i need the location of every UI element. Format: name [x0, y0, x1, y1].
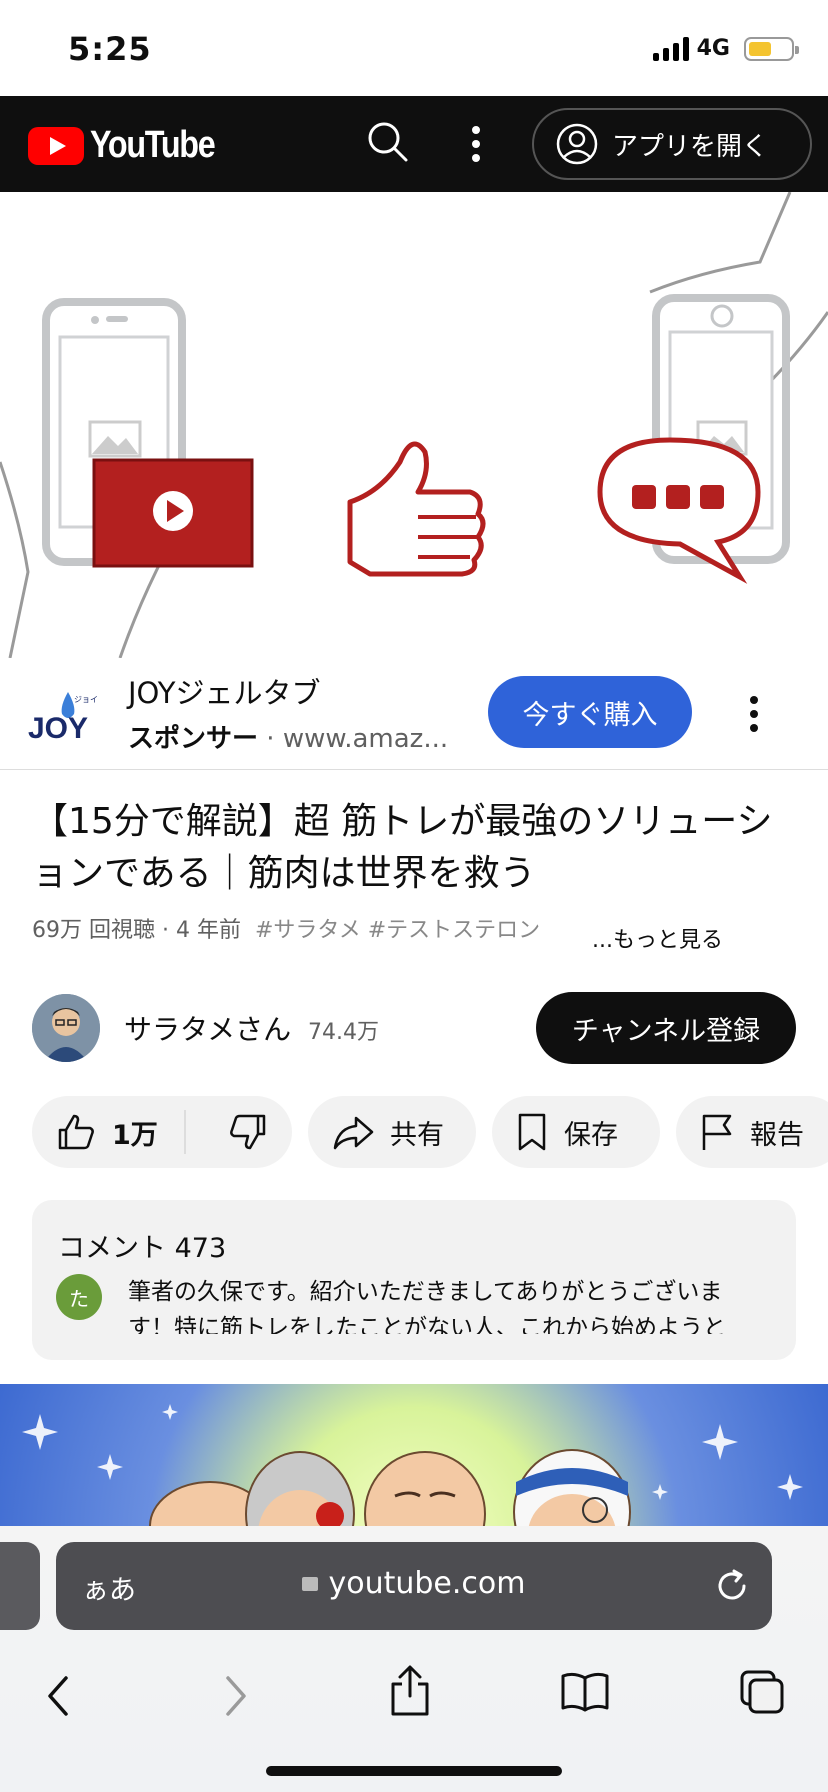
sponsor-title: JOYジェルタブ: [128, 676, 321, 710]
sponsor-row[interactable]: JOY ジョイ JOYジェルタブ スポンサー · www.amaz... 今すぐ…: [0, 658, 828, 770]
flag-icon: [702, 1114, 732, 1150]
sponsor-label: スポンサー: [128, 724, 259, 754]
like-dislike-pill: 1万: [32, 1096, 292, 1168]
status-indicators: 4G: [652, 36, 799, 61]
dislike-button[interactable]: [202, 1112, 268, 1152]
youtube-logo-text: YouTube: [90, 124, 216, 166]
battery-icon: [744, 36, 799, 61]
browser-toolbar: [0, 1654, 828, 1754]
video-title[interactable]: 【15分で解説】超 筋トレが最強のソリューションである｜筋肉は世界を救う: [32, 796, 802, 900]
share-sheet-icon[interactable]: [388, 1664, 432, 1718]
account-icon: [556, 123, 598, 165]
search-icon[interactable]: [366, 120, 410, 164]
comments-panel[interactable]: コメント 473 た 筆者の久保です。紹介いただきましてありがとうございます！特…: [32, 1200, 796, 1360]
save-label: 保存: [564, 1119, 618, 1151]
sponsor-subline: スポンサー · www.amaz...: [128, 718, 448, 755]
status-time: 5:25: [68, 30, 152, 68]
channel-name[interactable]: サラタメさん: [124, 1008, 291, 1048]
youtube-play-icon: [28, 126, 84, 165]
sponsor-more-icon[interactable]: [748, 694, 760, 734]
thumbs-up-icon: [58, 1114, 94, 1150]
show-more-link[interactable]: ...もっと見る: [592, 922, 723, 954]
ad-illustration: [0, 192, 828, 658]
tabs-icon[interactable]: [738, 1668, 786, 1716]
home-indicator: [266, 1766, 562, 1776]
browser-chrome: ぁあ youtube.com: [0, 1526, 828, 1792]
channel-row: サラタメさん 74.4万 チャンネル登録: [0, 990, 828, 1066]
person-avatar-icon: [32, 994, 100, 1062]
thumbs-down-icon: [230, 1114, 266, 1150]
open-app-button[interactable]: アプリを開く: [532, 108, 812, 180]
like-button[interactable]: 1万: [32, 1110, 186, 1154]
share-button[interactable]: 共有: [308, 1096, 476, 1168]
reload-icon[interactable]: [714, 1568, 750, 1604]
open-app-label: アプリを開く: [612, 131, 769, 162]
youtube-logo[interactable]: YouTube: [28, 124, 236, 167]
previous-tab-peek[interactable]: [0, 1542, 40, 1630]
comments-header: コメント 473: [58, 1233, 227, 1264]
buy-now-button[interactable]: 今すぐ購入: [488, 676, 692, 748]
channel-avatar[interactable]: [32, 994, 100, 1062]
anime-thumbnail-art: [22, 1404, 803, 1526]
hashtags[interactable]: #サラタメ #テストステロン: [255, 918, 540, 943]
url-text: youtube.com: [328, 1566, 526, 1601]
comment-text: 筆者の久保です。紹介いただきましてありがとうございます！特に筋トレをしたことがな…: [128, 1279, 726, 1334]
bookmarks-icon[interactable]: [560, 1670, 610, 1712]
share-icon: [333, 1116, 374, 1150]
subscribe-button[interactable]: チャンネル登録: [536, 992, 796, 1064]
svg-text:ジョイ: ジョイ: [74, 695, 98, 704]
view-count-date: 69万 回視聴 · 4 年前: [32, 918, 241, 943]
network-label: 4G: [696, 36, 730, 61]
next-video-thumbnail[interactable]: [0, 1384, 828, 1526]
address-bar[interactable]: ぁあ youtube.com: [56, 1542, 772, 1630]
svg-text:JOY: JOY: [28, 712, 88, 744]
report-button[interactable]: 報告: [676, 1096, 828, 1168]
bookmark-icon: [518, 1113, 546, 1151]
url-display[interactable]: youtube.com: [56, 1566, 772, 1601]
joy-logo: JOY ジョイ: [28, 692, 98, 744]
like-count: 1万: [112, 1119, 158, 1151]
share-label: 共有: [390, 1119, 444, 1151]
sponsor-url: www.amaz...: [282, 724, 449, 754]
signal-icon: [652, 36, 689, 61]
ad-banner[interactable]: [0, 192, 828, 658]
save-button[interactable]: 保存: [492, 1096, 660, 1168]
report-label: 報告: [750, 1119, 804, 1151]
sponsor-separator: ·: [258, 724, 283, 754]
forward-icon[interactable]: [222, 1674, 250, 1718]
more-vert-icon[interactable]: [470, 124, 482, 164]
subscriber-count: 74.4万: [308, 1020, 379, 1045]
lock-icon: [302, 1577, 319, 1591]
action-bar: 1万 共有 保存 報告: [32, 1096, 828, 1168]
back-icon[interactable]: [44, 1674, 72, 1718]
commenter-avatar: た: [56, 1274, 102, 1320]
status-bar: 5:25 4G: [0, 0, 828, 96]
